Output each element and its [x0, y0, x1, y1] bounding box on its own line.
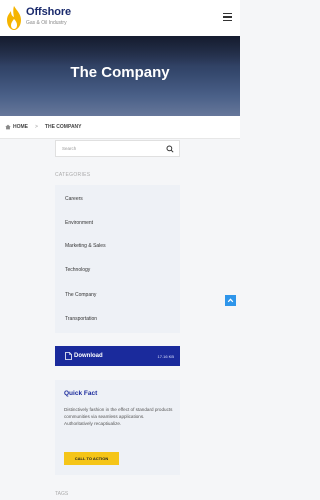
breadcrumb-home-link[interactable]: HOME [13, 124, 28, 130]
breadcrumb-separator: > [35, 124, 38, 130]
tags-heading: TAGS [55, 491, 69, 497]
brand-name[interactable]: Offshore [26, 6, 71, 18]
pdf-file-icon [65, 352, 72, 360]
page-hero: The Company [0, 36, 240, 116]
category-marketing-sales[interactable]: Marketing & Sales [65, 243, 106, 249]
quick-fact-box: Quick Fact Distinctively fashion in the … [55, 380, 180, 475]
category-environment[interactable]: Environment [65, 220, 93, 226]
download-file-size: 17.16 KB [157, 354, 174, 359]
categories-heading: CATEGORIES [55, 172, 91, 178]
download-label: Download [74, 353, 103, 359]
search-placeholder: Search [62, 146, 77, 151]
breadcrumb-current: THE COMPANY [44, 124, 82, 130]
page-title: The Company [70, 64, 170, 81]
search-input[interactable]: Search [55, 140, 180, 157]
site-header: Offshore Gas & Oil Industry [0, 0, 240, 36]
category-careers[interactable]: Careers [65, 196, 83, 202]
category-the-company[interactable]: The Company [65, 292, 96, 298]
chevron-up-icon [227, 298, 234, 303]
download-button[interactable]: Download 17.16 KB [55, 346, 180, 366]
breadcrumb: HOME > THE COMPANY [0, 116, 240, 139]
category-technology[interactable]: Technology [65, 267, 90, 273]
category-transportation[interactable]: Transportation [65, 316, 97, 322]
brand-tagline: Gas & Oil Industry [26, 20, 67, 26]
flame-logo-icon[interactable] [4, 5, 24, 31]
search-icon[interactable] [166, 145, 174, 153]
hamburger-menu-icon[interactable] [223, 13, 232, 21]
categories-list: Careers Environment Marketing & Sales Te… [55, 185, 180, 333]
call-to-action-button[interactable]: CALL TO ACTION [64, 452, 119, 465]
home-icon [5, 124, 11, 130]
quick-fact-title: Quick Fact [64, 390, 98, 397]
scroll-to-top-button[interactable] [225, 295, 236, 306]
quick-fact-text: Distinctively fashion in the effect of s… [64, 407, 173, 426]
